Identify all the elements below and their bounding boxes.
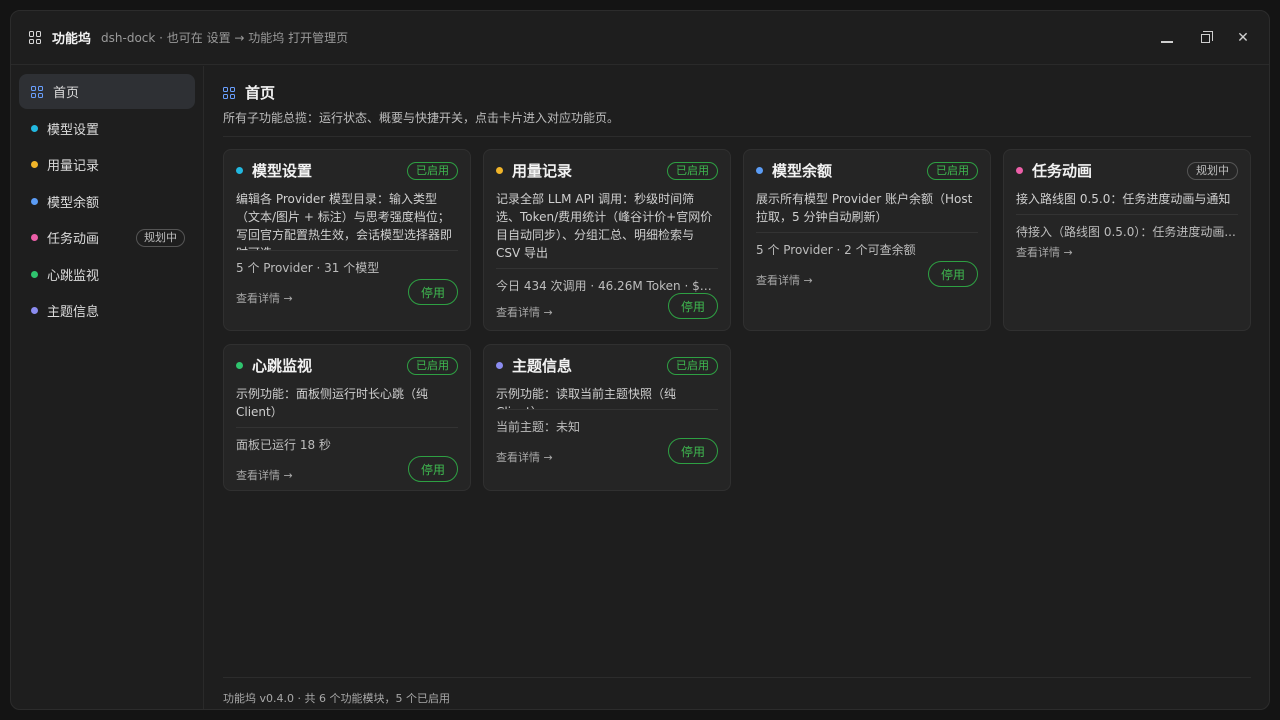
card-footer: 查看详情 → 停用 — [496, 293, 718, 331]
card-footer: 查看详情 → 停用 — [236, 456, 458, 494]
feature-card-usage-records[interactable]: 用量记录 已启用 记录全部 LLM API 调用：秒级时间筛选、Token/费用… — [483, 149, 731, 331]
sidebar-item-usage-records[interactable]: 用量记录 — [19, 147, 195, 182]
card-header: 用量记录 已启用 — [496, 150, 718, 190]
disable-button[interactable]: 停用 — [408, 279, 458, 305]
card-footer: 查看详情 → 停用 — [236, 279, 458, 317]
sidebar-item-task-animation[interactable]: 任务动画 规划中 — [19, 220, 195, 255]
card-title: 任务动画 — [1032, 161, 1093, 180]
close-icon[interactable]: ✕ — [1235, 30, 1251, 46]
card-stat: 5 个 Provider · 2 个可查余额 — [756, 243, 916, 257]
view-details-link[interactable]: 查看详情 → — [236, 290, 293, 306]
feature-card-heartbeat[interactable]: 心跳监视 已启用 示例功能：面板侧运行时长心跳（纯 Client） 面板已运行 … — [223, 344, 471, 491]
main-content: 首页 所有子功能总揽：运行状态、概要与快捷开关，点击卡片进入对应功能页。 模型设… — [223, 66, 1251, 709]
sidebar-item-home[interactable]: 首页 — [19, 74, 195, 109]
sidebar-item-theme-info[interactable]: 主题信息 — [19, 293, 195, 328]
page-description: 所有子功能总揽：运行状态、概要与快捷开关，点击卡片进入对应功能页。 — [223, 111, 620, 125]
card-header: 模型余额 已启用 — [756, 150, 978, 190]
card-footer: 查看详情 → 停用 — [496, 438, 718, 476]
card-description: 接入路线图 0.5.0：任务进度动画与通知 — [1016, 190, 1238, 215]
page-title: 首页 — [245, 84, 276, 102]
feature-card-task-animation[interactable]: 任务动画 规划中 接入路线图 0.5.0：任务进度动画与通知 待接入（路线图 0… — [1003, 149, 1251, 331]
sidebar-item-label: 模型设置 — [47, 122, 100, 138]
disable-button[interactable]: 停用 — [408, 456, 458, 482]
page-heading: 首页 — [223, 82, 275, 103]
card-description: 展示所有模型 Provider 账户余额（Host 拉取，5 分钟自动刷新） — [756, 190, 978, 233]
sidebar-item-model-balance[interactable]: 模型余额 — [19, 184, 195, 219]
sidebar-item-heartbeat[interactable]: 心跳监视 — [19, 257, 195, 292]
status-dot-icon — [31, 197, 38, 205]
card-stat: 面板已运行 18 秒 — [236, 438, 331, 452]
status-badge: 已启用 — [667, 162, 718, 180]
card-title: 心跳监视 — [252, 356, 313, 375]
footer-status: 功能坞 v0.4.0 · 共 6 个功能模块，5 个已启用 — [223, 692, 450, 705]
minimize-icon[interactable] — [1159, 30, 1175, 46]
sidebar-item-label: 首页 — [53, 86, 80, 101]
status-badge: 已启用 — [407, 357, 458, 375]
app-subtitle: dsh-dock · 也可在 设置 → 功能坞 打开管理页 — [101, 31, 349, 45]
grid-icon — [29, 31, 42, 44]
card-header: 主题信息 已启用 — [496, 345, 718, 385]
card-stat: 当前主题：未知 — [496, 420, 581, 434]
status-dot-icon — [496, 166, 503, 174]
status-dot-icon — [1016, 166, 1023, 174]
sidebar-item-label: 任务动画 — [47, 232, 100, 247]
app-title: 功能坞 — [52, 32, 92, 47]
view-details-link[interactable]: 查看详情 → — [756, 272, 813, 288]
status-badge: 规划中 — [1187, 162, 1238, 180]
card-title: 用量记录 — [512, 161, 573, 180]
card-header: 任务动画 规划中 — [1016, 150, 1238, 190]
card-header: 模型设置 已启用 — [236, 150, 458, 190]
card-title: 模型设置 — [252, 161, 313, 180]
sidebar-item-label: 心跳监视 — [47, 268, 100, 284]
status-badge: 规划中 — [136, 229, 185, 247]
sidebar-item-model-settings[interactable]: 模型设置 — [19, 111, 195, 146]
grid-icon — [223, 86, 235, 99]
sidebar: 首页 模型设置 用量记录 模型余额 任务动画 规划中 心跳监视 主题信息 — [11, 66, 204, 709]
card-description: 编辑各 Provider 模型目录：输入类型（文本/图片 + 标注）与思考强度档… — [236, 190, 458, 251]
titlebar: 功能坞 dsh-dock · 也可在 设置 → 功能坞 打开管理页 ✕ — [11, 11, 1269, 65]
card-header: 心跳监视 已启用 — [236, 345, 458, 385]
card-title: 模型余额 — [772, 161, 833, 180]
status-dot-icon — [236, 166, 243, 174]
view-details-link[interactable]: 查看详情 → — [1016, 244, 1073, 260]
status-badge: 已启用 — [927, 162, 978, 180]
grid-icon — [31, 85, 43, 98]
view-details-link[interactable]: 查看详情 → — [496, 304, 553, 320]
status-dot-icon — [31, 234, 38, 241]
card-title: 主题信息 — [512, 356, 573, 375]
card-description: 记录全部 LLM API 调用：秒级时间筛选、Token/费用统计（峰谷计价+官… — [496, 190, 718, 269]
window-controls: ✕ — [1159, 11, 1251, 65]
sidebar-item-label: 用量记录 — [47, 159, 100, 174]
feature-card-model-settings[interactable]: 模型设置 已启用 编辑各 Provider 模型目录：输入类型（文本/图片 + … — [223, 149, 471, 331]
card-description: 示例功能：面板侧运行时长心跳（纯 Client） — [236, 385, 458, 428]
feature-card-theme-info[interactable]: 主题信息 已启用 示例功能：读取当前主题快照（纯 Client） 当前主题：未知… — [483, 344, 731, 491]
app-window: 功能坞 dsh-dock · 也可在 设置 → 功能坞 打开管理页 ✕ 首页 模… — [10, 10, 1270, 710]
status-dot-icon — [31, 161, 38, 168]
disable-button[interactable]: 停用 — [928, 261, 978, 287]
status-dot-icon — [236, 361, 243, 369]
status-dot-icon — [31, 270, 38, 278]
status-badge: 已启用 — [667, 357, 718, 375]
status-dot-icon — [31, 307, 38, 314]
divider — [223, 677, 1251, 678]
view-details-link[interactable]: 查看详情 → — [236, 467, 293, 483]
restore-icon[interactable] — [1197, 30, 1213, 46]
status-dot-icon — [496, 361, 503, 369]
card-footer: 查看详情 → 停用 — [756, 261, 978, 299]
view-details-link[interactable]: 查看详情 → — [496, 449, 553, 465]
sidebar-item-label: 模型余额 — [47, 195, 100, 211]
status-dot-icon — [31, 124, 38, 132]
status-dot-icon — [756, 166, 763, 174]
divider — [223, 136, 1251, 137]
disable-button[interactable]: 停用 — [668, 293, 718, 319]
disable-button[interactable]: 停用 — [668, 438, 718, 464]
card-description: 示例功能：读取当前主题快照（纯 Client） — [496, 385, 718, 410]
status-badge: 已启用 — [407, 162, 458, 180]
card-footer: 查看详情 → — [1016, 233, 1238, 271]
feature-card-model-balance[interactable]: 模型余额 已启用 展示所有模型 Provider 账户余额（Host 拉取，5 … — [743, 149, 991, 331]
sidebar-item-label: 主题信息 — [47, 305, 100, 320]
card-stat: 5 个 Provider · 31 个模型 — [236, 261, 380, 275]
